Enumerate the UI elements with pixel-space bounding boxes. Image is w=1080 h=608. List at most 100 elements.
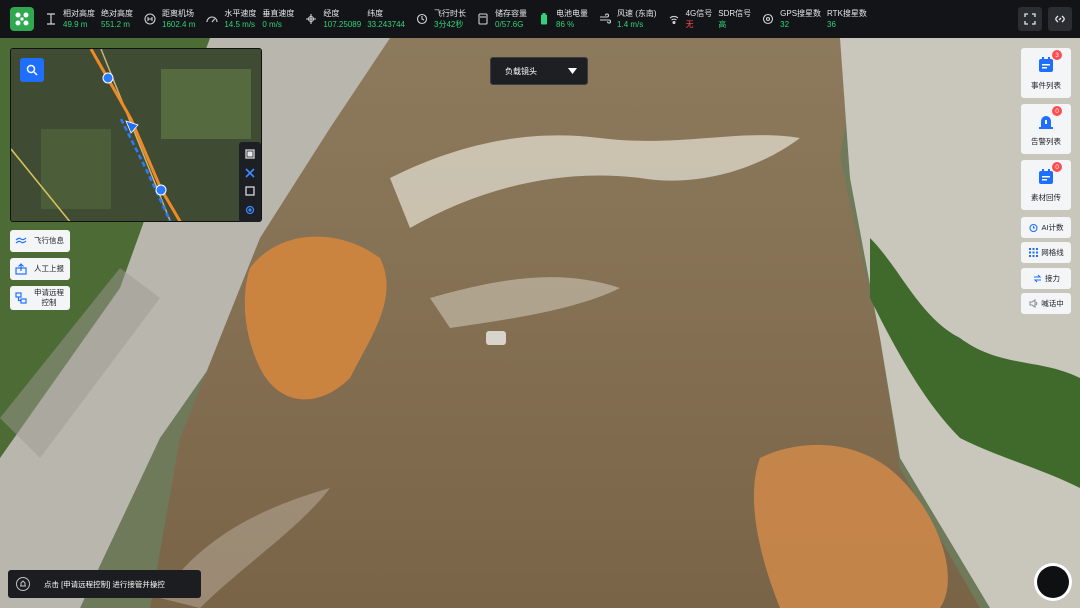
grid-line-button[interactable]: 网格线 [1021, 242, 1071, 263]
frame-icon[interactable] [243, 184, 257, 198]
flight-time-icon [415, 12, 429, 26]
close-icon[interactable] [243, 166, 257, 180]
top-right-tools [1018, 7, 1072, 31]
locate-icon[interactable] [243, 203, 257, 217]
speed-icon [205, 12, 219, 26]
ai-count-label: AI计数 [1041, 223, 1064, 232]
telemetry-bar: 相对高度 49.9 m 绝对高度 551.2 m 距离机场 1602.4 m 水平速度 14.… [0, 0, 1080, 38]
remote-control-hint: 点击 [申请远程控制] 进行接管并操控 [8, 570, 201, 598]
wind-icon [598, 12, 612, 26]
remote-control-icon [14, 291, 28, 305]
alarm-icon: 0 [1036, 106, 1062, 131]
telemetry-stat: 距离机场 1602.4 m [143, 8, 195, 30]
telemetry-label: 垂直速度 [262, 9, 295, 18]
relay-label: 接力 [1045, 274, 1060, 283]
telemetry-label: SDR信号 [718, 9, 752, 18]
telemetry-label: 纬度 [367, 9, 384, 18]
battery-icon [537, 12, 551, 26]
telemetry-label: 飞行时长 [434, 9, 467, 18]
event-list-label: 事件列表 [1031, 81, 1061, 90]
shouting-label: 喊话中 [1041, 299, 1064, 308]
link-icon[interactable] [1048, 7, 1072, 31]
grid-icon [1028, 248, 1038, 258]
payload-lens-label: 负载镜头 [505, 66, 537, 76]
upload-icon [14, 262, 28, 276]
flight-info-button[interactable]: 飞行信息 [10, 230, 70, 252]
media-return-icon: 0 [1036, 162, 1062, 187]
telemetry-value: 高 [718, 20, 727, 29]
fullscreen-icon[interactable] [1018, 7, 1042, 31]
telemetry-value: 36 [827, 20, 836, 29]
telemetry-label: 距离机场 [162, 9, 194, 18]
telemetry-value: 33.243744 [367, 20, 406, 29]
record-icon [1037, 566, 1069, 598]
ai-count-button[interactable]: AI计数 [1021, 217, 1071, 238]
telemetry-label: 经度 [323, 9, 340, 18]
signal-icon [667, 12, 681, 26]
remote-control-label: 申请远程控制 [34, 288, 64, 307]
relay-icon [1032, 274, 1042, 284]
telemetry-stat: 水平速度 14.5 m/s 垂直速度 0 m/s [205, 8, 294, 30]
telemetry-label: 电池电量 [556, 9, 589, 18]
manual-report-button[interactable]: 人工上报 [10, 258, 70, 280]
plane-icon [14, 234, 28, 248]
grid-line-label: 网格线 [1041, 248, 1064, 257]
storage-icon [476, 12, 490, 26]
flight-info-label: 飞行信息 [34, 236, 64, 245]
telemetry-value: 0/57.6G [495, 20, 524, 29]
ai-count-icon [1028, 223, 1038, 233]
telemetry-label: 绝对高度 [101, 9, 133, 18]
telemetry-label: 4G信号 [685, 9, 713, 18]
app-logo-icon[interactable] [10, 7, 34, 31]
mini-map[interactable] [10, 48, 262, 222]
telemetry-value: 107.25089 [323, 20, 362, 29]
telemetry-stat: 储存容量 0/57.6G [476, 8, 527, 30]
telemetry-stat: 风速 (东南) 1.4 m/s [598, 8, 657, 30]
media-return-label: 素材回传 [1031, 193, 1061, 202]
home-distance-icon [143, 12, 157, 26]
media-return-button[interactable]: 0 素材回传 [1021, 160, 1071, 210]
telemetry-value: 无 [685, 20, 694, 29]
telemetry-stats: 相对高度 49.9 m 绝对高度 551.2 m 距离机场 1602.4 m 水平速度 14.… [44, 8, 877, 30]
speaker-icon [1028, 299, 1038, 309]
media-return-badge: 0 [1052, 162, 1062, 172]
telemetry-stat: GPS搜星数 32 RTK搜星数 36 [761, 8, 867, 30]
telemetry-value: 86 % [556, 20, 575, 29]
telemetry-label: RTK搜星数 [827, 9, 867, 18]
telemetry-value: 3分42秒 [434, 20, 464, 29]
telemetry-stat: 相对高度 49.9 m 绝对高度 551.2 m [44, 8, 133, 30]
telemetry-stat: 飞行时长 3分42秒 [415, 8, 466, 30]
telemetry-value: 0 m/s [262, 20, 282, 29]
telemetry-value: 1602.4 m [162, 20, 196, 29]
manual-report-label: 人工上报 [34, 264, 64, 273]
telemetry-label: GPS搜星数 [780, 9, 822, 18]
telemetry-value: 551.2 m [101, 20, 130, 29]
event-list-icon: 3 [1036, 50, 1062, 75]
telemetry-label: 储存容量 [495, 9, 528, 18]
event-list-badge: 3 [1052, 50, 1062, 60]
telemetry-value: 32 [780, 20, 790, 29]
telemetry-value: 1.4 m/s [617, 20, 644, 29]
relay-button[interactable]: 接力 [1021, 268, 1071, 289]
remote-control-button[interactable]: 申请远程控制 [10, 286, 70, 310]
telemetry-value: 14.5 m/s [224, 20, 256, 29]
layer-icon[interactable] [243, 147, 257, 161]
telemetry-stat: 经度 107.25089 纬度 33.243744 [304, 8, 405, 30]
hint-icon [16, 577, 30, 591]
coordinate-icon [304, 12, 318, 26]
shouting-button[interactable]: 喊话中 [1021, 293, 1071, 314]
hint-text: 点击 [申请远程控制] 进行接管并操控 [44, 579, 165, 589]
event-list-button[interactable]: 3 事件列表 [1021, 48, 1071, 98]
telemetry-value: 49.9 m [63, 20, 88, 29]
alarm-list-button[interactable]: 0 告警列表 [1021, 104, 1071, 154]
alarm-list-label: 告警列表 [1031, 137, 1061, 146]
gps-icon [761, 12, 775, 26]
telemetry-stat: 电池电量 86 % [537, 8, 588, 30]
telemetry-label: 水平速度 [224, 9, 257, 18]
payload-lens-select[interactable]: 负载镜头 [490, 57, 588, 85]
search-icon[interactable] [20, 58, 44, 82]
alarm-list-badge: 0 [1052, 106, 1062, 116]
record-button[interactable] [1034, 563, 1072, 601]
altitude-icon [44, 12, 58, 26]
caret-down-icon [568, 67, 577, 76]
